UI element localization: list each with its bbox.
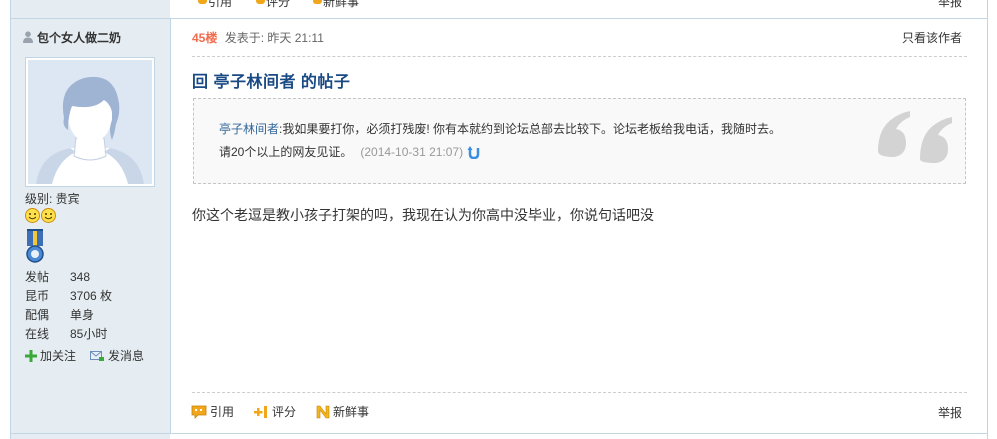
quote-block: 亭子林间者:我如果要打你，必须打残废! 你有本就约到论坛总部去比较下。论坛老板给… bbox=[193, 98, 966, 184]
previous-post-sidebar bbox=[11, 0, 170, 18]
only-author-link[interactable]: 只看该作者 bbox=[902, 31, 962, 45]
footer-divider bbox=[192, 392, 967, 393]
stat-coins: 昆币 3706 枚 bbox=[25, 289, 113, 303]
rate-plus-icon bbox=[254, 405, 268, 418]
post-meta: 45楼 发表于: 昨天 21:11 bbox=[192, 31, 324, 45]
previous-rate-icon bbox=[256, 0, 265, 4]
quote-time: (2014-10-31 21:07) bbox=[360, 145, 464, 159]
smiley-icon bbox=[25, 208, 40, 223]
posted-time: 昨天 21:11 bbox=[267, 31, 324, 45]
avatar[interactable] bbox=[25, 57, 155, 187]
previous-report-button[interactable]: 举报 bbox=[938, 0, 962, 10]
previous-quote-button[interactable]: 引用 bbox=[208, 0, 232, 10]
next-post-sidebar bbox=[11, 434, 170, 439]
quote-author-link[interactable]: 亭子林间者 bbox=[219, 122, 279, 136]
author-sidebar: 包个女人做二奶 级别: 贵宾 发帖 348 昆币 3706 枚 配偶 单身 在线… bbox=[11, 19, 171, 433]
floor-number[interactable]: 45楼 bbox=[192, 31, 217, 45]
quote-line-2: 请20个以上的网友见证。 (2014-10-31 21:07) bbox=[219, 144, 481, 160]
quote-bubble-icon bbox=[191, 405, 207, 419]
author-username[interactable]: 包个女人做二奶 bbox=[37, 29, 121, 46]
send-message-button[interactable]: 发消息 bbox=[90, 347, 144, 364]
username-row: 包个女人做二奶 bbox=[23, 29, 121, 45]
previous-news-icon bbox=[313, 0, 322, 4]
news-icon bbox=[316, 405, 330, 418]
smiley-icon bbox=[41, 208, 56, 223]
jump-to-post-icon[interactable] bbox=[467, 145, 481, 159]
medal-icon bbox=[26, 229, 44, 263]
quote-text-1: :我如果要打你，必须打残废! 你有本就约到论坛总部去比较下。论坛老板给我电话，我… bbox=[279, 122, 782, 136]
default-avatar-icon bbox=[28, 60, 152, 184]
reply-title: 回 亭子林间者 的帖子 bbox=[192, 74, 351, 91]
quote-button[interactable]: 引用 bbox=[191, 403, 234, 420]
news-button[interactable]: 新鲜事 bbox=[316, 403, 369, 420]
envelope-icon bbox=[90, 350, 105, 361]
meta-divider bbox=[192, 56, 967, 57]
quote-marks-icon bbox=[878, 111, 952, 163]
author-level: 级别: 贵宾 bbox=[25, 192, 80, 206]
previous-rate-button[interactable]: 评分 bbox=[266, 0, 290, 10]
author-stats: 发帖 348 昆币 3706 枚 配偶 单身 在线 85小时 bbox=[25, 268, 112, 344]
stat-posts: 发帖 348 bbox=[25, 270, 91, 284]
previous-quote-icon bbox=[198, 0, 207, 4]
stat-online: 在线 85小时 bbox=[25, 327, 108, 341]
previous-news-button[interactable]: 新鲜事 bbox=[323, 0, 359, 10]
follow-button[interactable]: 加关注 bbox=[25, 347, 76, 364]
author-actions: 加关注 发消息 bbox=[25, 347, 158, 364]
frame-right-border bbox=[987, 0, 988, 439]
quote-line-1: 亭子林间者:我如果要打你，必须打残废! 你有本就约到论坛总部去比较下。论坛老板给… bbox=[219, 121, 781, 137]
stat-spouse: 配偶 单身 bbox=[25, 308, 95, 322]
post-body: 你这个老逗是教小孩子打架的吗，我现在认为你高中没毕业，你说句话吧没 bbox=[192, 207, 654, 223]
plus-icon bbox=[25, 349, 37, 362]
user-icon bbox=[23, 31, 33, 43]
rate-button[interactable]: 评分 bbox=[254, 403, 296, 420]
level-stars bbox=[25, 208, 56, 223]
post-footer-actions: 引用 评分 新鲜事 bbox=[191, 403, 389, 420]
report-button[interactable]: 举报 bbox=[938, 404, 962, 421]
posted-label: 发表于: bbox=[224, 31, 265, 45]
quote-text-2: 请20个以上的网友见证。 bbox=[219, 145, 353, 159]
